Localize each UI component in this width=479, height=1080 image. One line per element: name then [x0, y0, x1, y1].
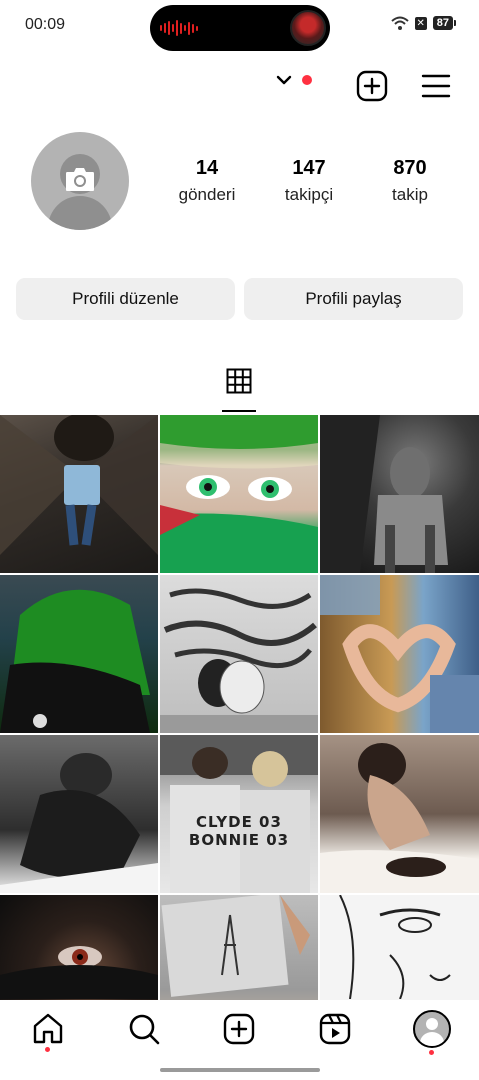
profile-header — [0, 60, 479, 112]
post-thumbnail[interactable] — [160, 415, 318, 573]
posts-label: gönderi — [178, 185, 236, 204]
create-plus-icon[interactable] — [356, 70, 388, 102]
home-icon[interactable] — [31, 1012, 65, 1046]
followers-label: takipçi — [284, 185, 334, 204]
post-thumbnail[interactable] — [320, 735, 479, 893]
posts-stat[interactable]: 14 gönderi — [168, 157, 246, 205]
followers-count: 147 — [292, 157, 326, 179]
menu-icon[interactable] — [421, 72, 451, 100]
wifi-icon — [391, 16, 409, 30]
dynamic-island[interactable] — [150, 5, 330, 51]
edit-profile-button[interactable]: Profili düzenle — [16, 278, 235, 320]
post-caption: CLYDE 03 BONNIE 03 — [188, 813, 290, 849]
notification-x-icon: ✕ — [414, 16, 427, 30]
post-thumbnail[interactable] — [0, 735, 158, 893]
following-count: 870 — [393, 157, 427, 179]
tab-posts-grid[interactable] — [222, 366, 256, 412]
grid-icon — [226, 368, 252, 394]
add-post-icon[interactable] — [222, 1012, 256, 1046]
camera-icon — [66, 168, 94, 191]
account-switcher[interactable] — [276, 74, 312, 86]
post-thumbnail[interactable] — [320, 575, 479, 733]
chevron-down-icon — [276, 75, 292, 85]
post-thumbnail[interactable] — [160, 575, 318, 733]
status-time: 00:09 — [25, 16, 66, 33]
profile-icon[interactable] — [413, 1010, 451, 1048]
post-thumbnail[interactable] — [0, 415, 158, 573]
posts-count: 14 — [195, 157, 219, 179]
followers-stat[interactable]: 147 takipçi — [272, 157, 346, 205]
notification-dot — [302, 75, 312, 85]
post-thumbnail[interactable] — [160, 895, 318, 1000]
home-notification-dot — [45, 1047, 50, 1052]
battery-indicator: 87 — [432, 16, 457, 30]
active-tab-indicator — [222, 410, 256, 412]
following-stat[interactable]: 870 takip — [378, 157, 442, 205]
following-label: takip — [392, 185, 428, 204]
home-indicator[interactable] — [160, 1068, 320, 1072]
post-thumbnail[interactable] — [320, 895, 479, 1000]
post-thumbnail[interactable] — [320, 415, 479, 573]
status-icons: ✕ 87 — [391, 16, 457, 30]
reels-icon[interactable] — [318, 1012, 352, 1046]
audio-wave-icon — [160, 20, 198, 36]
post-thumbnail[interactable] — [0, 895, 158, 1000]
posts-grid: CLYDE 03 BONNIE 03 — [0, 415, 479, 1000]
search-icon[interactable] — [127, 1012, 161, 1046]
status-bar: 00:09 ✕ 87 — [0, 0, 479, 52]
media-artwork — [290, 10, 326, 46]
post-thumbnail[interactable] — [0, 575, 158, 733]
profile-notification-dot — [429, 1050, 434, 1055]
share-profile-button[interactable]: Profili paylaş — [244, 278, 463, 320]
profile-avatar[interactable] — [31, 132, 129, 230]
post-thumbnail[interactable]: CLYDE 03 BONNIE 03 — [160, 735, 318, 893]
